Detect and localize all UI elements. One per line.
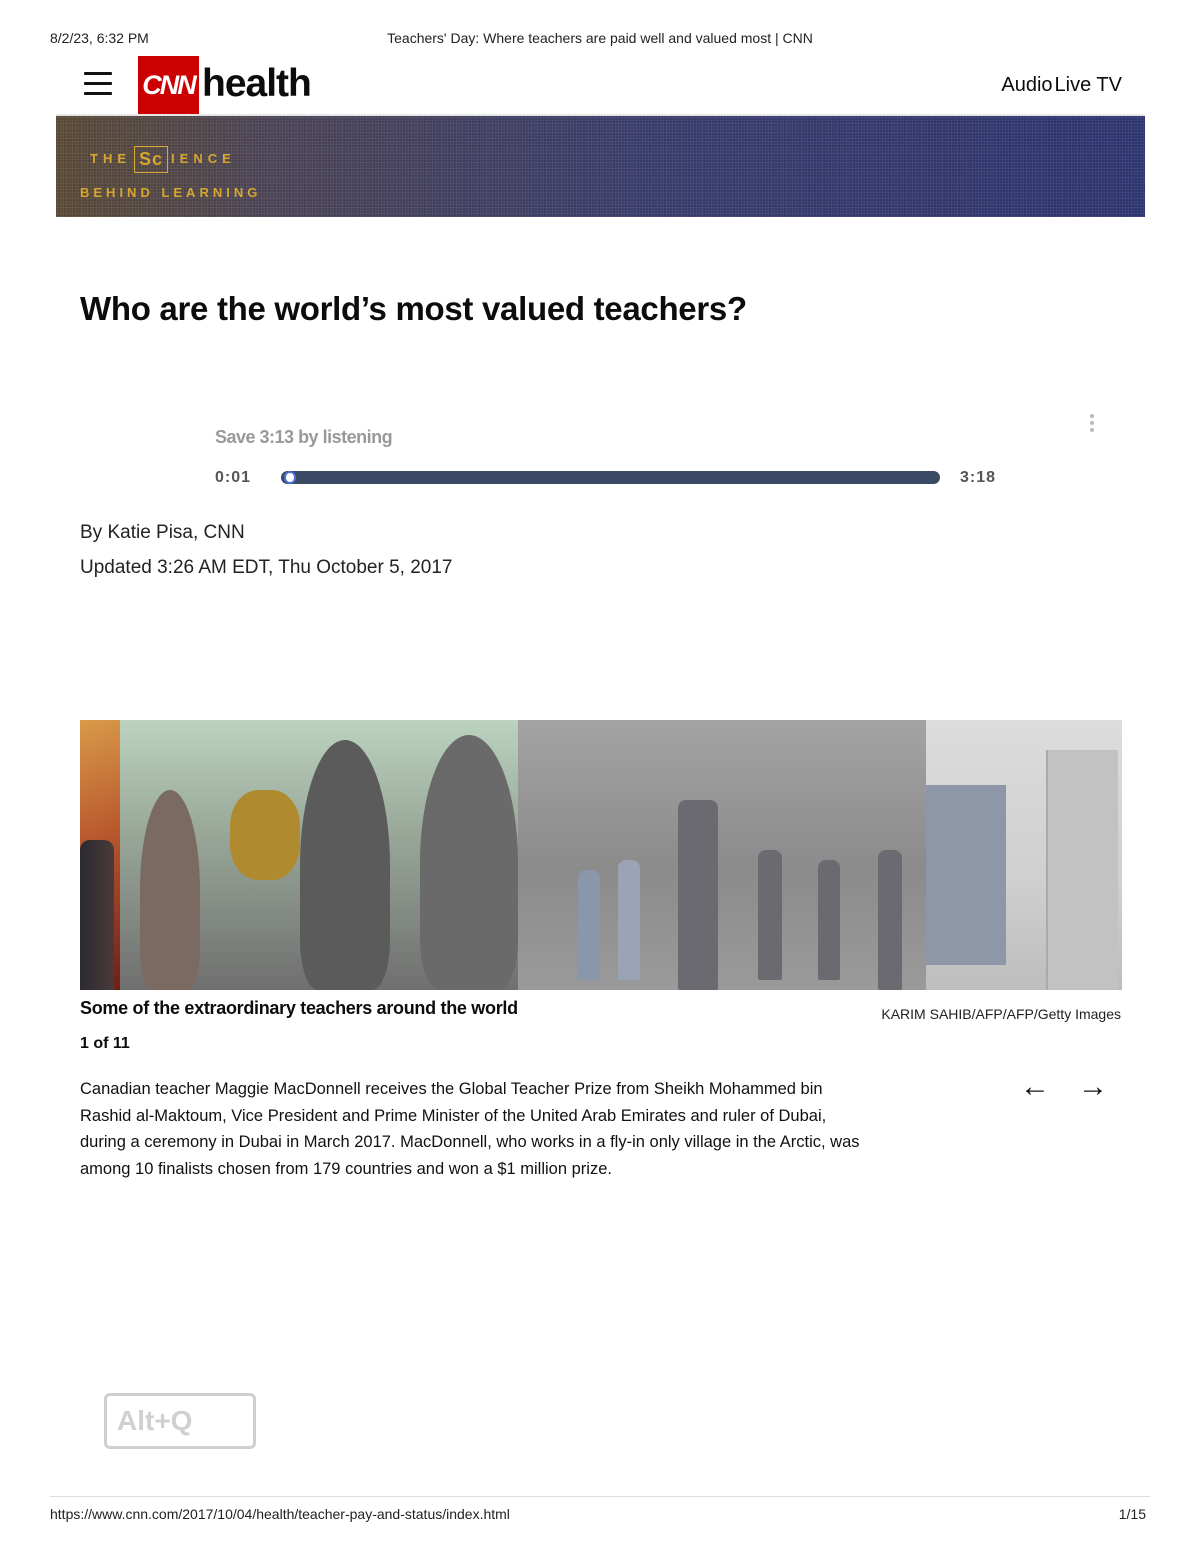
door-shape (1046, 750, 1118, 990)
gallery-image-classroom[interactable] (926, 720, 1122, 990)
audio-progress-bar[interactable] (281, 471, 940, 484)
dancer-shape (618, 860, 640, 980)
dancer-shape (578, 870, 600, 980)
audio-progress-handle[interactable] (284, 471, 296, 484)
more-vertical-icon[interactable] (1087, 414, 1097, 438)
header-nav: Audio Live TV (999, 74, 1122, 97)
gallery-image-prize-ceremony[interactable] (80, 720, 120, 990)
article-headline: Who are the world’s most valued teachers… (80, 290, 747, 327)
screen-shape (926, 785, 1006, 965)
banner-subtitle: BEHIND LEARNING (80, 185, 262, 200)
footer-divider (50, 1496, 1150, 1497)
article-byline: By Katie Pisa, CNN (80, 522, 245, 543)
banner-title: THE Sc IENCE (90, 146, 236, 173)
banner-title-suffix: IENCE (171, 150, 236, 166)
dancer-shape (878, 850, 902, 990)
print-url: https://www.cnn.com/2017/10/04/health/te… (50, 1506, 510, 1522)
audio-duration: 3:18 (960, 469, 997, 486)
section-name[interactable]: health (202, 62, 312, 106)
audio-save-text: Save 3:13 by listening (215, 427, 393, 447)
person-shape (300, 740, 390, 990)
print-page-title: Teachers' Day: Where teachers are paid w… (387, 30, 813, 46)
banner-sc-box: Sc (134, 146, 169, 173)
gallery-image-teacher-with-award[interactable] (120, 720, 518, 990)
nav-audio-link[interactable]: Audio (1001, 74, 1052, 96)
gallery-caption-text: Canadian teacher Maggie MacDonnell recei… (80, 1080, 860, 1178)
hamburger-menu-icon[interactable] (84, 72, 112, 96)
person-shape (140, 790, 200, 990)
article-timestamp: Updated 3:26 AM EDT, Thu October 5, 2017 (80, 557, 453, 578)
banner-title-prefix: THE (90, 150, 131, 166)
presenter-figure (80, 840, 114, 990)
person-shape (420, 735, 518, 990)
gallery-image-dance-class[interactable] (518, 720, 926, 990)
arrow-left-icon[interactable]: ← (1020, 1070, 1050, 1104)
trophy-shape (230, 790, 300, 880)
arrow-right-icon[interactable]: → (1078, 1070, 1108, 1104)
dancer-shape (678, 800, 718, 990)
print-page-number: 1/15 (1118, 1506, 1146, 1522)
cnn-logo[interactable]: CNN (138, 56, 199, 115)
photo-gallery[interactable] (80, 720, 1122, 990)
dancer-shape (758, 850, 782, 980)
gallery-slide-counter: 1 of 11 (80, 1035, 130, 1052)
gallery-caption-title: Some of the extraordinary teachers aroun… (80, 998, 518, 1018)
shortcut-hint-box: Alt+Q (104, 1393, 256, 1449)
nav-live-tv-link[interactable]: Live TV (1055, 74, 1122, 96)
dancer-shape (818, 860, 840, 980)
gallery-photo-credit: KARIM SAHIB/AFP/AFP/Getty Images (881, 1006, 1121, 1022)
audio-current-time: 0:01 (215, 469, 252, 486)
